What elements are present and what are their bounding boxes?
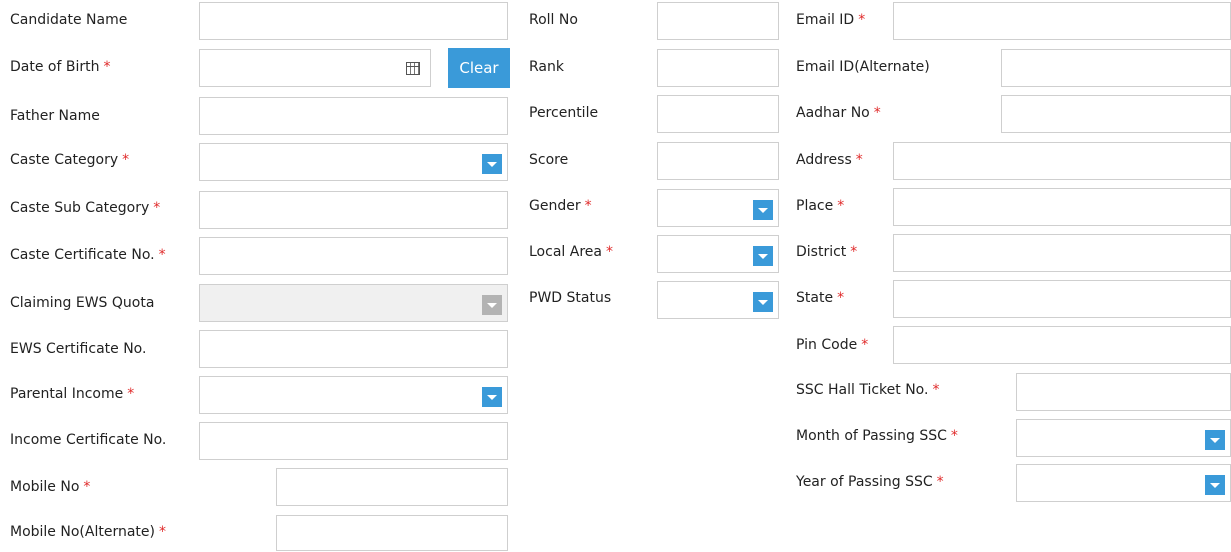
email-input[interactable] xyxy=(893,2,1231,40)
roll-no-label: Roll No xyxy=(529,12,578,28)
address-label: Address * xyxy=(796,152,863,168)
income-certificate-input[interactable] xyxy=(199,422,508,460)
required-marker: * xyxy=(855,152,863,168)
gender-label: Gender * xyxy=(529,198,592,214)
required-marker: * xyxy=(103,59,111,75)
local-area-label: Local Area * xyxy=(529,244,613,260)
required-marker: * xyxy=(83,479,91,495)
required-marker: * xyxy=(873,105,881,121)
caste-sub-category-input[interactable] xyxy=(199,191,508,229)
rank-label: Rank xyxy=(529,59,564,75)
state-label: State * xyxy=(796,290,845,306)
mobile-input[interactable] xyxy=(276,468,508,506)
aadhar-input[interactable] xyxy=(1001,95,1231,133)
required-marker: * xyxy=(837,290,845,306)
chevron-down-icon[interactable] xyxy=(482,154,502,174)
local-area-select[interactable] xyxy=(657,235,779,273)
gender-select[interactable] xyxy=(657,189,779,227)
pwd-status-label: PWD Status xyxy=(529,290,612,306)
caste-certificate-label: Caste Certificate No. * xyxy=(10,247,166,263)
address-input[interactable] xyxy=(893,142,1231,180)
year-ssc-label: Year of Passing SSC * xyxy=(796,474,944,490)
mobile-alt-input[interactable] xyxy=(276,515,508,551)
caste-category-select[interactable] xyxy=(199,143,508,181)
state-input[interactable] xyxy=(893,280,1231,318)
date-of-birth-label: Date of Birth * xyxy=(10,59,111,75)
claiming-ews-label: Claiming EWS Quota xyxy=(10,295,155,311)
place-label: Place * xyxy=(796,198,845,214)
required-marker: * xyxy=(153,200,161,216)
ssc-hall-ticket-input[interactable] xyxy=(1016,373,1231,411)
date-of-birth-input[interactable] xyxy=(199,49,431,87)
candidate-name-label: Candidate Name xyxy=(10,12,128,28)
district-label: District * xyxy=(796,244,858,260)
father-name-input[interactable] xyxy=(199,97,508,135)
caste-sub-category-label: Caste Sub Category * xyxy=(10,200,161,216)
mobile-alt-label: Mobile No(Alternate) * xyxy=(10,524,166,540)
required-marker: * xyxy=(932,382,940,398)
pin-code-input[interactable] xyxy=(893,326,1231,364)
roll-no-input[interactable] xyxy=(657,2,779,40)
caste-certificate-input[interactable] xyxy=(199,237,508,275)
parental-income-label: Parental Income * xyxy=(10,386,135,402)
mobile-label: Mobile No * xyxy=(10,479,91,495)
clear-button[interactable]: Clear xyxy=(448,48,510,88)
email-label: Email ID * xyxy=(796,12,866,28)
score-input[interactable] xyxy=(657,142,779,180)
required-marker: * xyxy=(850,244,858,260)
chevron-down-icon[interactable] xyxy=(753,246,773,266)
required-marker: * xyxy=(936,474,944,490)
required-marker: * xyxy=(127,386,135,402)
caste-category-label: Caste Category * xyxy=(10,152,130,168)
chevron-down-icon[interactable] xyxy=(1205,430,1225,450)
percentile-input[interactable] xyxy=(657,95,779,133)
ssc-hall-ticket-label: SSC Hall Ticket No. * xyxy=(796,382,940,398)
email-alt-label: Email ID(Alternate) xyxy=(796,59,930,75)
month-ssc-select[interactable] xyxy=(1016,419,1231,457)
pin-code-label: Pin Code * xyxy=(796,337,869,353)
chevron-down-icon xyxy=(482,295,502,315)
father-name-label: Father Name xyxy=(10,108,100,124)
chevron-down-icon[interactable] xyxy=(753,200,773,220)
required-marker: * xyxy=(861,337,869,353)
parental-income-select[interactable] xyxy=(199,376,508,414)
percentile-label: Percentile xyxy=(529,105,599,121)
chevron-down-icon[interactable] xyxy=(753,292,773,312)
required-marker: * xyxy=(837,198,845,214)
place-input[interactable] xyxy=(893,188,1231,226)
rank-input[interactable] xyxy=(657,49,779,87)
calendar-icon[interactable] xyxy=(406,62,420,75)
claiming-ews-select xyxy=(199,284,508,322)
required-marker: * xyxy=(950,428,958,444)
candidate-name-input[interactable] xyxy=(199,2,508,40)
required-marker: * xyxy=(605,244,613,260)
district-input[interactable] xyxy=(893,234,1231,272)
email-alt-input[interactable] xyxy=(1001,49,1231,87)
required-marker: * xyxy=(858,12,866,28)
required-marker: * xyxy=(584,198,592,214)
month-ssc-label: Month of Passing SSC * xyxy=(796,428,958,444)
ews-certificate-label: EWS Certificate No. xyxy=(10,341,147,357)
score-label: Score xyxy=(529,152,569,168)
year-ssc-select[interactable] xyxy=(1016,464,1231,502)
ews-certificate-input[interactable] xyxy=(199,330,508,368)
income-certificate-label: Income Certificate No. xyxy=(10,432,167,448)
required-marker: * xyxy=(158,524,166,540)
required-marker: * xyxy=(158,247,166,263)
chevron-down-icon[interactable] xyxy=(482,387,502,407)
chevron-down-icon[interactable] xyxy=(1205,475,1225,495)
required-marker: * xyxy=(122,152,130,168)
aadhar-label: Aadhar No * xyxy=(796,105,881,121)
pwd-status-select[interactable] xyxy=(657,281,779,319)
